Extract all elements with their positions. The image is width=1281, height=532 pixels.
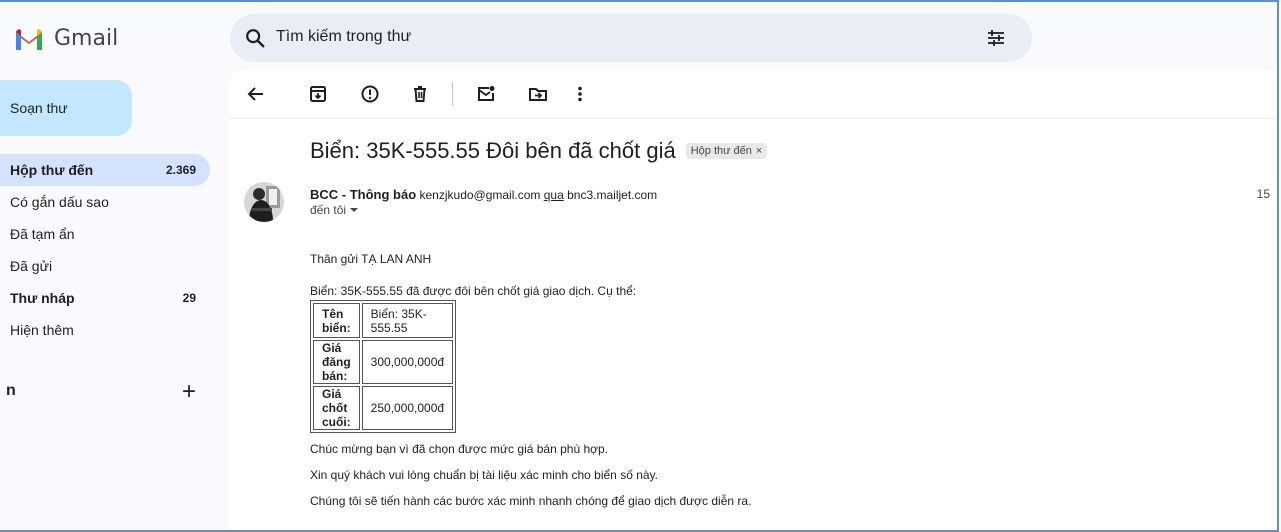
compose-label: Soạn thư bbox=[10, 100, 68, 116]
report-spam-icon[interactable] bbox=[360, 84, 380, 104]
inbox-label-chip[interactable]: Hộp thư đến × bbox=[685, 143, 768, 159]
email-subject-row: Biển: 35K-555.55 Đôi bên đã chốt giá Hộp… bbox=[310, 138, 768, 164]
body-line-3: Chúng tôi sẽ tiến hành các bước xác minh… bbox=[310, 494, 752, 508]
sidebar-item-more[interactable]: Hiện thêm bbox=[0, 314, 210, 346]
body-line-2: Xin quý khách vui lòng chuẩn bị tài liệu… bbox=[310, 468, 658, 482]
sender-name[interactable]: BCC - Thông báo bbox=[310, 187, 416, 202]
body-line-1: Chúc mừng bạn vì đã chọn được mức giá bá… bbox=[310, 442, 609, 456]
email-time: 15 bbox=[1256, 187, 1270, 201]
table-row: Giá chốt cuối: 250,000,000đ bbox=[313, 386, 454, 430]
price-table: Tên biển: Biển: 35K-555.55 Giá đăng bán:… bbox=[310, 300, 457, 433]
message-view: Biển: 35K-555.55 Đôi bên đã chốt giá Hộp… bbox=[228, 70, 1277, 530]
table-key: Giá đăng bán: bbox=[313, 340, 360, 384]
gmail-logo[interactable]: Gmail bbox=[14, 26, 118, 51]
sidebar-item-starred[interactable]: Có gắn dấu sao bbox=[0, 186, 210, 218]
sidebar-item-drafts[interactable]: Thư nháp 29 bbox=[0, 282, 210, 314]
table-value: Biển: 35K-555.55 bbox=[361, 303, 454, 338]
sender-email: kenzjkudo@gmail.com bbox=[419, 188, 541, 202]
add-label-button[interactable]: + bbox=[182, 378, 196, 406]
chevron-down-icon bbox=[350, 208, 359, 212]
sender-line: BCC - Thông báo kenzjkudo@gmail.com qua … bbox=[310, 187, 657, 202]
delete-icon[interactable] bbox=[410, 84, 430, 104]
sidebar-nav: Hộp thư đến 2.369 Có gắn dấu sao Đã tạm … bbox=[0, 154, 210, 346]
table-row: Giá đăng bán: 300,000,000đ bbox=[313, 340, 454, 384]
sidebar-item-label: Hộp thư đến bbox=[10, 162, 94, 178]
compose-button[interactable]: Soạn thư bbox=[0, 80, 132, 136]
labels-heading: n bbox=[6, 382, 16, 399]
search-icon[interactable] bbox=[244, 27, 266, 49]
via-domain: bnc3.mailjet.com bbox=[567, 188, 658, 202]
drafts-count: 29 bbox=[182, 291, 196, 305]
avatar-image bbox=[244, 182, 284, 222]
table-key: Tên biển: bbox=[313, 303, 360, 338]
sender-avatar[interactable] bbox=[244, 182, 284, 222]
table-value: 250,000,000đ bbox=[361, 386, 454, 430]
back-arrow-icon[interactable] bbox=[246, 84, 266, 104]
chip-label: Hộp thư đến bbox=[690, 145, 752, 157]
sidebar-item-snoozed[interactable]: Đã tạm ẩn bbox=[0, 218, 210, 250]
labels-section: n + bbox=[0, 378, 210, 408]
move-to-icon[interactable] bbox=[528, 84, 548, 104]
mark-unread-icon[interactable] bbox=[476, 84, 496, 104]
sidebar-item-label: Có gắn dấu sao bbox=[10, 194, 109, 210]
unread-count: 2.369 bbox=[165, 163, 196, 177]
greeting: Thân gửi TẠ LAN ANH bbox=[310, 252, 432, 266]
toolbar-divider bbox=[452, 82, 453, 106]
sidebar-item-label: Đã gửi bbox=[10, 258, 53, 274]
table-key: Giá chốt cuối: bbox=[313, 386, 360, 430]
sidebar-item-sent[interactable]: Đã gửi bbox=[0, 250, 210, 282]
table-value: 300,000,000đ bbox=[361, 340, 454, 384]
chip-remove-icon[interactable]: × bbox=[756, 145, 762, 157]
sidebar-item-label: Thư nháp bbox=[10, 290, 75, 306]
via-link[interactable]: qua bbox=[544, 188, 564, 202]
search-bar[interactable]: Tìm kiếm trong thư bbox=[230, 14, 1032, 62]
recipient-label: đến tôi bbox=[310, 203, 347, 217]
recipient-details-toggle[interactable]: đến tôi bbox=[310, 203, 359, 217]
sidebar-item-label: Đã tạm ẩn bbox=[10, 226, 75, 242]
search-options-icon[interactable] bbox=[986, 28, 1006, 48]
message-toolbar bbox=[228, 70, 1277, 119]
sidebar-item-inbox[interactable]: Hộp thư đến 2.369 bbox=[0, 154, 210, 186]
intro-text: Biển: 35K-555.55 đã được đôi bên chốt gi… bbox=[310, 284, 637, 298]
email-subject: Biển: 35K-555.55 Đôi bên đã chốt giá bbox=[310, 138, 676, 163]
app-name: Gmail bbox=[54, 26, 119, 51]
archive-icon[interactable] bbox=[308, 84, 328, 104]
sidebar-item-label: Hiện thêm bbox=[10, 322, 74, 338]
table-row: Tên biển: Biển: 35K-555.55 bbox=[313, 303, 454, 338]
search-input[interactable]: Tìm kiếm trong thư bbox=[276, 28, 411, 46]
gmail-m-icon bbox=[16, 28, 42, 50]
gmail-window: Gmail Tìm kiếm trong thư Soạn thư Hộp th… bbox=[0, 0, 1279, 532]
more-vert-icon[interactable] bbox=[570, 84, 590, 104]
